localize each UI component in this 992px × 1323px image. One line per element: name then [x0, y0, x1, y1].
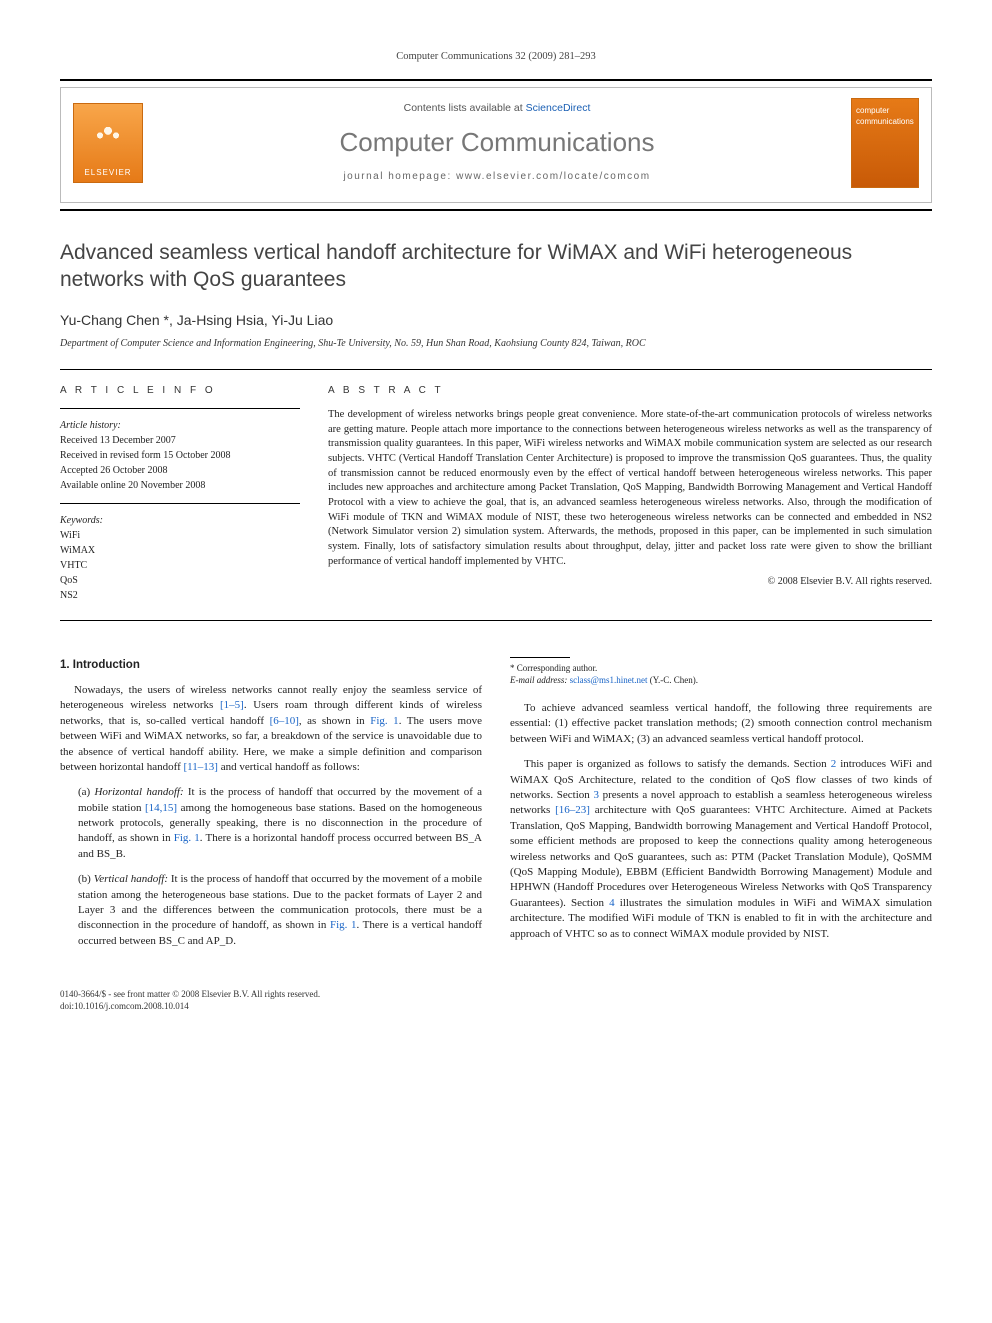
author-list: Yu-Chang Chen *, Ja-Hsing Hsia, Yi-Ju Li… — [60, 311, 932, 331]
page-footer-meta: 0140-3664/$ - see front matter © 2008 El… — [60, 988, 932, 1013]
article-info-heading: A R T I C L E I N F O — [60, 384, 300, 398]
homepage-url[interactable]: www.elsevier.com/locate/comcom — [456, 171, 651, 182]
article-title: Advanced seamless vertical handoff archi… — [60, 239, 932, 294]
abstract-heading: A B S T R A C T — [328, 384, 932, 398]
history-revised: Received in revised form 15 October 2008 — [60, 449, 300, 463]
journal-title: Computer Communications — [159, 124, 835, 160]
figure-link[interactable]: Fig. 1 — [370, 715, 398, 727]
journal-cover-thumb: computer communications — [851, 98, 919, 188]
intro-paragraph-2: To achieve advanced seamless vertical ha… — [510, 701, 932, 747]
article-info-column: A R T I C L E I N F O Article history: R… — [60, 384, 300, 604]
keyword: NS2 — [60, 589, 300, 603]
definition-item-b: (b) Vertical handoff: It is the process … — [78, 872, 482, 949]
citation-link[interactable]: [6–10] — [270, 715, 299, 727]
history-label: Article history: — [60, 419, 300, 433]
keyword: WiFi — [60, 529, 300, 543]
footnotes: * Corresponding author. E-mail address: … — [510, 662, 932, 687]
body-two-column: 1. Introduction Nowadays, the users of w… — [60, 657, 932, 960]
definition-item-a: (a) Horizontal handoff: It is the proces… — [78, 785, 482, 862]
citation-link[interactable]: [14,15] — [145, 802, 177, 814]
keywords-label: Keywords: — [60, 514, 300, 528]
corresponding-author: * Corresponding author. — [510, 662, 932, 675]
item-term: Horizontal handoff: — [94, 786, 187, 798]
sciencedirect-link[interactable]: ScienceDirect — [526, 102, 591, 114]
cover-word-top: computer — [856, 105, 914, 116]
history-accepted: Accepted 26 October 2008 — [60, 464, 300, 478]
citation-link[interactable]: [1–5] — [220, 699, 244, 711]
text: , as shown in — [299, 715, 370, 727]
text: architecture with QoS guarantees: VHTC A… — [510, 804, 932, 908]
history-received: Received 13 December 2007 — [60, 434, 300, 448]
publisher-name: ELSEVIER — [84, 167, 131, 178]
elsevier-logo: ELSEVIER — [73, 103, 143, 183]
item-term: Vertical handoff: — [94, 873, 171, 885]
author-email-link[interactable]: sclass@ms1.hinet.net — [570, 675, 648, 685]
journal-banner: ELSEVIER Contents lists available at Sci… — [60, 79, 932, 211]
front-matter-line: 0140-3664/$ - see front matter © 2008 El… — [60, 988, 932, 1001]
abstract-copyright: © 2008 Elsevier B.V. All rights reserved… — [328, 575, 932, 589]
contents-prefix: Contents lists available at — [404, 102, 526, 114]
email-tail: (Y.-C. Chen). — [647, 675, 698, 685]
section-1-heading: 1. Introduction — [60, 657, 482, 673]
intro-paragraph-3: This paper is organized as follows to sa… — [510, 757, 932, 942]
cover-word-bottom: communications — [856, 116, 914, 127]
citation-link[interactable]: [11–13] — [184, 761, 218, 773]
abstract-column: A B S T R A C T The development of wirel… — [328, 384, 932, 604]
figure-link[interactable]: Fig. 1 — [330, 919, 357, 931]
journal-homepage: journal homepage: www.elsevier.com/locat… — [159, 170, 835, 184]
keyword: VHTC — [60, 559, 300, 573]
affiliation: Department of Computer Science and Infor… — [60, 337, 932, 351]
text: This paper is organized as follows to sa… — [524, 758, 831, 770]
footnote-separator — [510, 657, 570, 658]
keyword: WiMAX — [60, 544, 300, 558]
history-online: Available online 20 November 2008 — [60, 479, 300, 493]
article-history: Article history: Received 13 December 20… — [60, 419, 300, 493]
text: and vertical handoff as follows: — [218, 761, 360, 773]
contents-available-line: Contents lists available at ScienceDirec… — [159, 101, 835, 116]
homepage-label: journal homepage: — [343, 171, 456, 182]
email-label: E-mail address: — [510, 675, 570, 685]
citation-link[interactable]: [16–23] — [555, 804, 590, 816]
figure-link[interactable]: Fig. 1 — [174, 832, 200, 844]
abstract-text: The development of wireless networks bri… — [328, 408, 932, 570]
intro-paragraph-1: Nowadays, the users of wireless networks… — [60, 683, 482, 775]
doi-line: doi:10.1016/j.comcom.2008.10.014 — [60, 1000, 932, 1013]
keyword: QoS — [60, 574, 300, 588]
tree-icon — [88, 117, 128, 163]
running-header: Computer Communications 32 (2009) 281–29… — [60, 50, 932, 65]
item-tag: (b) — [78, 873, 94, 885]
keywords-block: Keywords: WiFi WiMAX VHTC QoS NS2 — [60, 514, 300, 603]
item-tag: (a) — [78, 786, 94, 798]
